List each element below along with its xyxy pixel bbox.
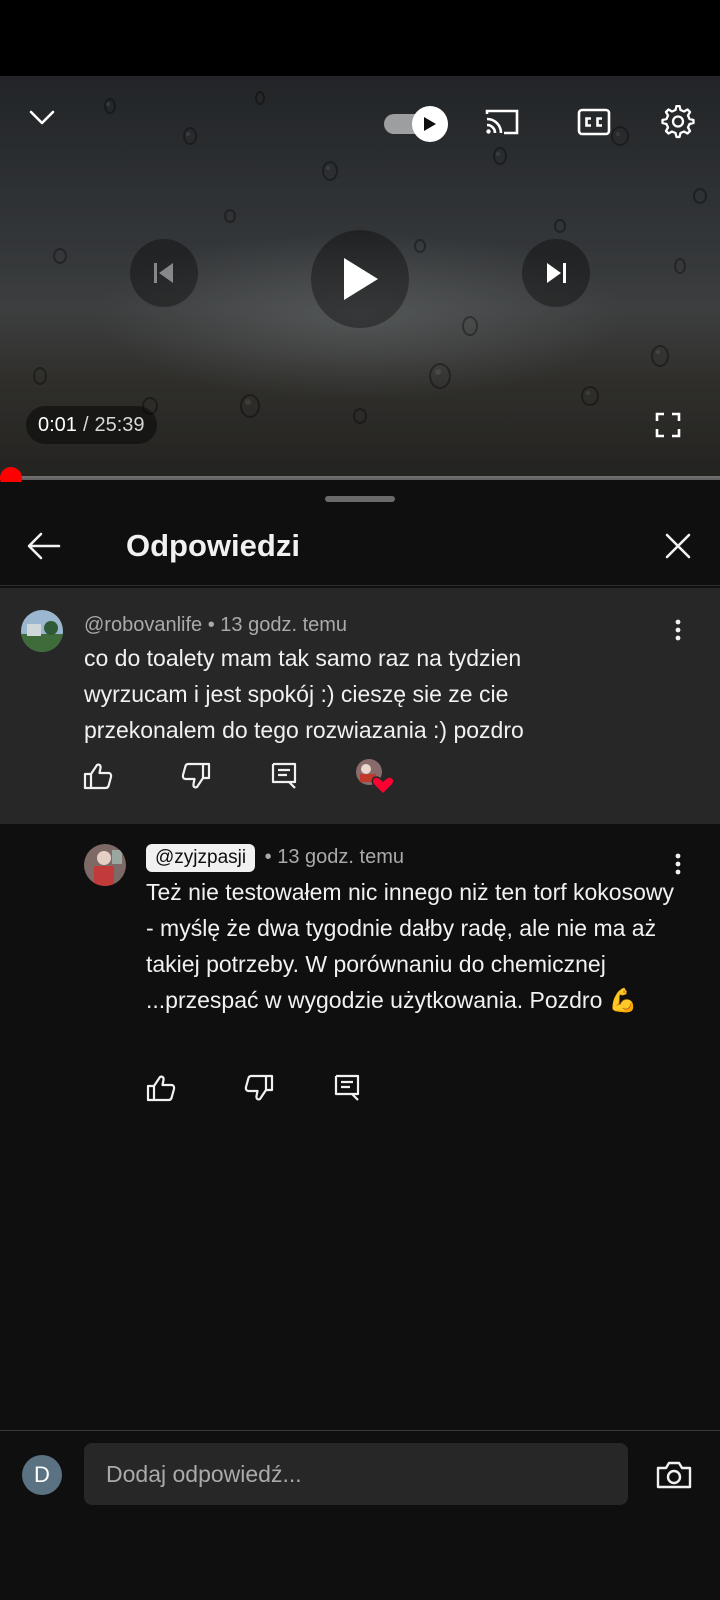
video-player[interactable]: 0:01 / 25:39 [0,76,720,478]
comment-author-badge[interactable]: @zyjzpasji [146,844,256,872]
previous-button[interactable] [130,239,198,307]
play-button[interactable] [311,230,409,328]
camera-icon [656,1461,692,1489]
camera-button[interactable] [652,1453,696,1497]
thumbs-up-icon [146,1075,176,1102]
avatar[interactable] [84,844,126,886]
comment-author[interactable]: @robovanlife [84,614,202,636]
skip-previous-icon [154,263,173,283]
dislike-button[interactable] [239,1068,279,1108]
reply-comment: @zyjzpasji • 13 godz. temu Też nie testo… [0,824,720,1124]
cast-icon [485,109,519,135]
cast-button[interactable] [480,100,524,144]
thumbs-down-icon [244,1074,274,1101]
skip-next-icon [547,263,566,283]
thumbs-down-icon [181,762,211,789]
autoplay-knob [412,106,448,142]
gear-icon [661,105,695,139]
status-bar [0,0,720,76]
sheet-title: Odpowiedzi [126,528,300,563]
comment-icon [334,1074,360,1101]
progress-bar[interactable] [0,467,720,489]
time-display: 0:01 / 25:39 [26,406,157,444]
minimize-button[interactable] [22,98,62,138]
reply-composer: D Dodaj odpowiedź... [0,1430,720,1600]
like-button[interactable] [141,1068,181,1108]
settings-button[interactable] [656,100,700,144]
thumbs-up-icon [83,763,113,790]
fullscreen-icon [655,412,681,438]
comment-time: 13 godz. temu [277,846,404,868]
drag-handle[interactable] [325,496,395,502]
reply-button[interactable] [264,756,304,796]
avatar[interactable]: D [22,1455,62,1495]
meta-separator: • [264,846,272,868]
video-duration: 25:39 [94,413,145,436]
creator-heart-icon [356,759,395,796]
meta-separator: • [207,614,215,636]
autoplay-toggle[interactable] [384,106,448,142]
current-time: 0:01 [38,413,77,436]
chevron-down-icon [29,110,55,125]
arrow-back-icon [27,532,61,560]
play-icon [424,117,436,131]
creator-heart-badge [352,754,398,798]
comment-text: co do toalety mam tak samo raz na tydzie… [84,645,524,743]
avatar[interactable] [21,610,63,652]
comment-more-button[interactable] [666,610,690,650]
reply-button[interactable] [327,1068,367,1108]
back-button[interactable] [22,524,66,568]
more-vertical-icon [675,619,681,641]
fullscreen-button[interactable] [646,403,690,447]
more-vertical-icon [675,853,681,875]
next-button[interactable] [522,239,590,307]
comment-meta: @robovanlife • 13 godz. temu [84,614,347,637]
reply-input[interactable]: Dodaj odpowiedź... [84,1443,628,1505]
user-avatar-image [84,844,126,886]
close-icon [665,533,691,559]
close-button[interactable] [656,524,700,568]
sheet-header: Odpowiedzi [0,506,720,586]
play-icon [344,258,378,300]
user-avatar-image [21,610,63,652]
closed-captions-icon [577,108,611,136]
time-separator: / [82,413,89,436]
dislike-button[interactable] [176,756,216,796]
comment-icon [271,762,297,789]
captions-button[interactable] [572,100,616,144]
like-button[interactable] [78,756,118,796]
comment-text: Też nie testowałem nic innego niż ten to… [146,879,674,1013]
comment-time: 13 godz. temu [220,614,348,636]
parent-comment: @robovanlife • 13 godz. temu co do toale… [0,588,720,824]
comment-meta: @zyjzpasji • 13 godz. temu [146,844,404,872]
